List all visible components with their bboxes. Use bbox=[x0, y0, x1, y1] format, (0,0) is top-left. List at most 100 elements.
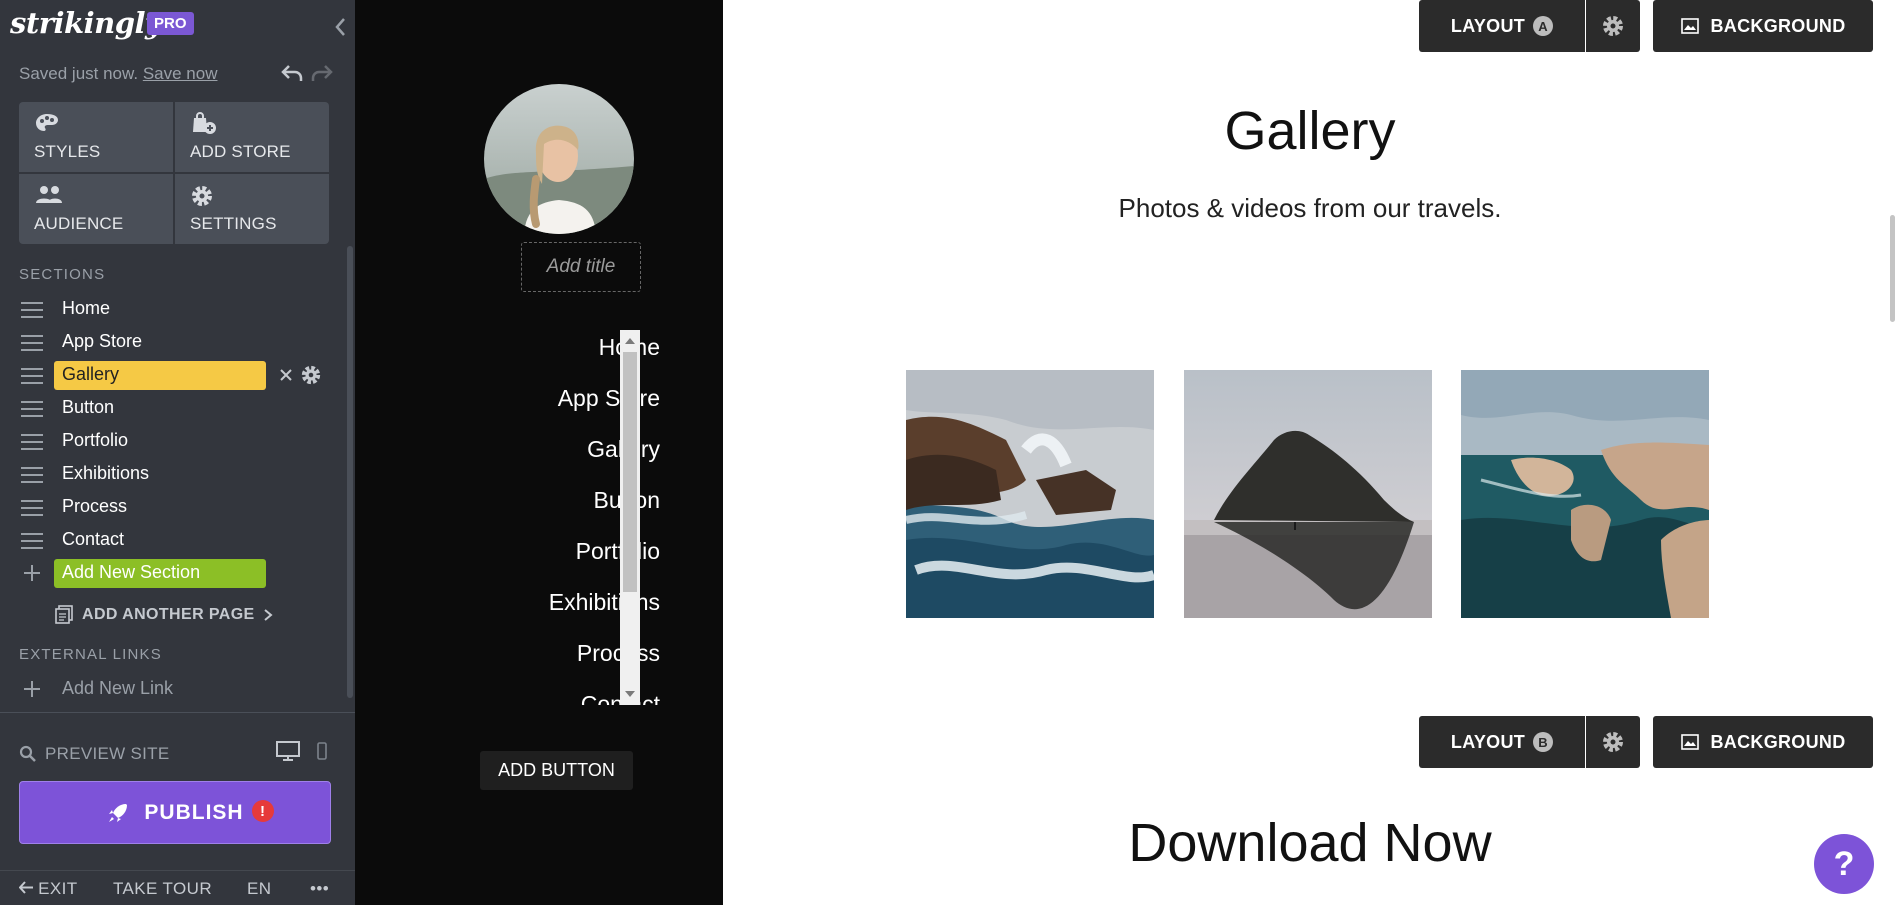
add-section-label: Add New Section bbox=[62, 562, 201, 582]
rock-island-photo bbox=[1184, 370, 1432, 618]
add-store-button[interactable]: ADD STORE bbox=[175, 102, 329, 172]
settings-label: SETTINGS bbox=[190, 214, 277, 233]
styles-label: STYLES bbox=[34, 142, 101, 161]
background-button[interactable]: BACKGROUND bbox=[1653, 0, 1873, 52]
drag-handle-icon[interactable] bbox=[21, 401, 43, 417]
add-new-link-button[interactable]: Add New Link bbox=[0, 676, 345, 702]
chevron-left-icon[interactable] bbox=[333, 16, 347, 38]
gear-icon bbox=[192, 186, 212, 206]
drag-handle-icon[interactable] bbox=[21, 302, 43, 318]
desktop-icon[interactable] bbox=[275, 740, 301, 762]
styles-button[interactable]: STYLES bbox=[19, 102, 173, 172]
layout-variant-badge: A bbox=[1533, 16, 1554, 36]
section-settings-button[interactable] bbox=[1586, 0, 1640, 52]
download-section-toolbar: LAYOUT B BACKGROUND bbox=[1419, 716, 1873, 768]
add-link-label: Add New Link bbox=[62, 678, 174, 698]
gear-icon bbox=[1603, 16, 1623, 36]
drag-handle-icon[interactable] bbox=[21, 368, 43, 384]
plus-icon bbox=[24, 681, 40, 697]
gallery-photo-2[interactable] bbox=[1184, 370, 1432, 618]
sidebar-scrollbar[interactable] bbox=[347, 246, 353, 698]
help-button[interactable]: ? bbox=[1814, 834, 1874, 894]
publish-label: PUBLISH bbox=[144, 800, 244, 824]
drag-handle-icon[interactable] bbox=[21, 467, 43, 483]
store-icon bbox=[193, 112, 216, 134]
sidebar-footer: EXIT TAKE TOUR EN ••• bbox=[0, 870, 355, 905]
layout-label: LAYOUT bbox=[1450, 15, 1526, 36]
settings-button[interactable]: SETTINGS bbox=[175, 174, 329, 244]
download-now-title[interactable]: Download Now bbox=[723, 812, 1897, 874]
image-icon bbox=[1680, 734, 1699, 750]
section-item-exhibitions[interactable]: Exhibitions bbox=[0, 458, 345, 491]
mobile-icon[interactable] bbox=[316, 741, 328, 761]
search-icon bbox=[19, 745, 36, 762]
drag-handle-icon[interactable] bbox=[21, 500, 43, 516]
people-icon bbox=[36, 186, 62, 203]
save-status: Saved just now. Save now bbox=[19, 64, 217, 84]
sections-list: Home App Store Gallery Button Portfolio … bbox=[0, 293, 345, 590]
gallery-subtitle[interactable]: Photos & videos from our travels. bbox=[723, 193, 1897, 224]
preview-site-button[interactable]: PREVIEW SITE bbox=[19, 744, 170, 764]
ocean-cliffs-photo bbox=[906, 370, 1154, 618]
gallery-section-toolbar: LAYOUT A BACKGROUND bbox=[1419, 0, 1873, 52]
rocket-icon bbox=[109, 803, 128, 822]
nav-link-portfolio[interactable]: Portfolio bbox=[576, 538, 660, 565]
exit-label: EXIT bbox=[38, 879, 78, 898]
section-item-app-store[interactable]: App Store bbox=[0, 326, 345, 359]
layout-label: LAYOUT bbox=[1450, 731, 1526, 752]
section-item-button[interactable]: Button bbox=[0, 392, 345, 425]
add-button[interactable]: ADD BUTTON bbox=[480, 751, 633, 790]
delete-section-icon[interactable] bbox=[279, 367, 293, 383]
save-now-link[interactable]: Save now bbox=[143, 64, 218, 83]
audience-button[interactable]: AUDIENCE bbox=[19, 174, 173, 244]
add-another-page-button[interactable]: ADD ANOTHER PAGE bbox=[54, 605, 273, 625]
profile-avatar[interactable] bbox=[484, 84, 634, 234]
more-options-button[interactable]: ••• bbox=[310, 879, 329, 899]
page-scrollbar[interactable] bbox=[1890, 215, 1895, 322]
section-label: App Store bbox=[62, 331, 143, 351]
section-settings-icon[interactable] bbox=[300, 364, 322, 386]
background-label: BACKGROUND bbox=[1710, 731, 1846, 752]
scroll-thumb[interactable] bbox=[623, 352, 637, 592]
exit-button[interactable]: EXIT bbox=[18, 879, 78, 899]
background-button[interactable]: BACKGROUND bbox=[1653, 716, 1873, 768]
section-item-contact[interactable]: Contact bbox=[0, 524, 345, 557]
section-settings-button[interactable] bbox=[1586, 716, 1640, 768]
site-nav-preview: Add title Home App Store Gallery Button … bbox=[355, 0, 723, 905]
layout-button[interactable]: LAYOUT A bbox=[1419, 0, 1585, 52]
gallery-photo-1[interactable] bbox=[906, 370, 1154, 618]
scroll-up-arrow-icon[interactable] bbox=[625, 338, 635, 344]
language-button[interactable]: EN bbox=[247, 879, 271, 899]
publish-alert-badge: ! bbox=[252, 800, 274, 822]
undo-icon[interactable] bbox=[280, 62, 304, 84]
add-page-label: ADD ANOTHER PAGE bbox=[82, 606, 255, 623]
section-item-portfolio[interactable]: Portfolio bbox=[0, 425, 345, 458]
gallery-photo-3[interactable] bbox=[1461, 370, 1709, 618]
scroll-down-arrow-icon[interactable] bbox=[625, 691, 635, 697]
add-title-field[interactable]: Add title bbox=[521, 242, 641, 292]
plus-icon bbox=[24, 565, 40, 581]
gallery-title[interactable]: Gallery bbox=[723, 100, 1897, 162]
audience-label: AUDIENCE bbox=[34, 214, 124, 233]
page-canvas: LAYOUT A BACKGROUND Gallery Photos & vid… bbox=[723, 0, 1897, 905]
section-item-process[interactable]: Process bbox=[0, 491, 345, 524]
section-item-home[interactable]: Home bbox=[0, 293, 345, 326]
nav-link-process[interactable]: Process bbox=[577, 640, 660, 667]
publish-button[interactable]: PUBLISH ! bbox=[19, 781, 331, 844]
editor-sidebar: strikingly PRO Saved just now. Save now … bbox=[0, 0, 355, 905]
strikingly-logo[interactable]: strikingly bbox=[10, 6, 162, 40]
section-label: Gallery bbox=[62, 364, 120, 384]
take-tour-button[interactable]: TAKE TOUR bbox=[113, 879, 212, 899]
sections-heading: SECTIONS bbox=[19, 266, 106, 283]
drag-handle-icon[interactable] bbox=[21, 335, 43, 351]
preview-label: PREVIEW SITE bbox=[45, 744, 170, 763]
add-new-section-button[interactable]: Add New Section bbox=[0, 557, 345, 590]
drag-handle-icon[interactable] bbox=[21, 533, 43, 549]
nav-link-app-store[interactable]: App Store bbox=[558, 385, 660, 412]
layout-button[interactable]: LAYOUT B bbox=[1419, 716, 1585, 768]
nav-menu-scrollbar[interactable] bbox=[620, 330, 640, 705]
drag-handle-icon[interactable] bbox=[21, 434, 43, 450]
nav-link-exhibitions[interactable]: Exhibitions bbox=[549, 589, 660, 616]
section-item-gallery[interactable]: Gallery bbox=[0, 359, 345, 392]
redo-icon[interactable] bbox=[310, 62, 334, 84]
